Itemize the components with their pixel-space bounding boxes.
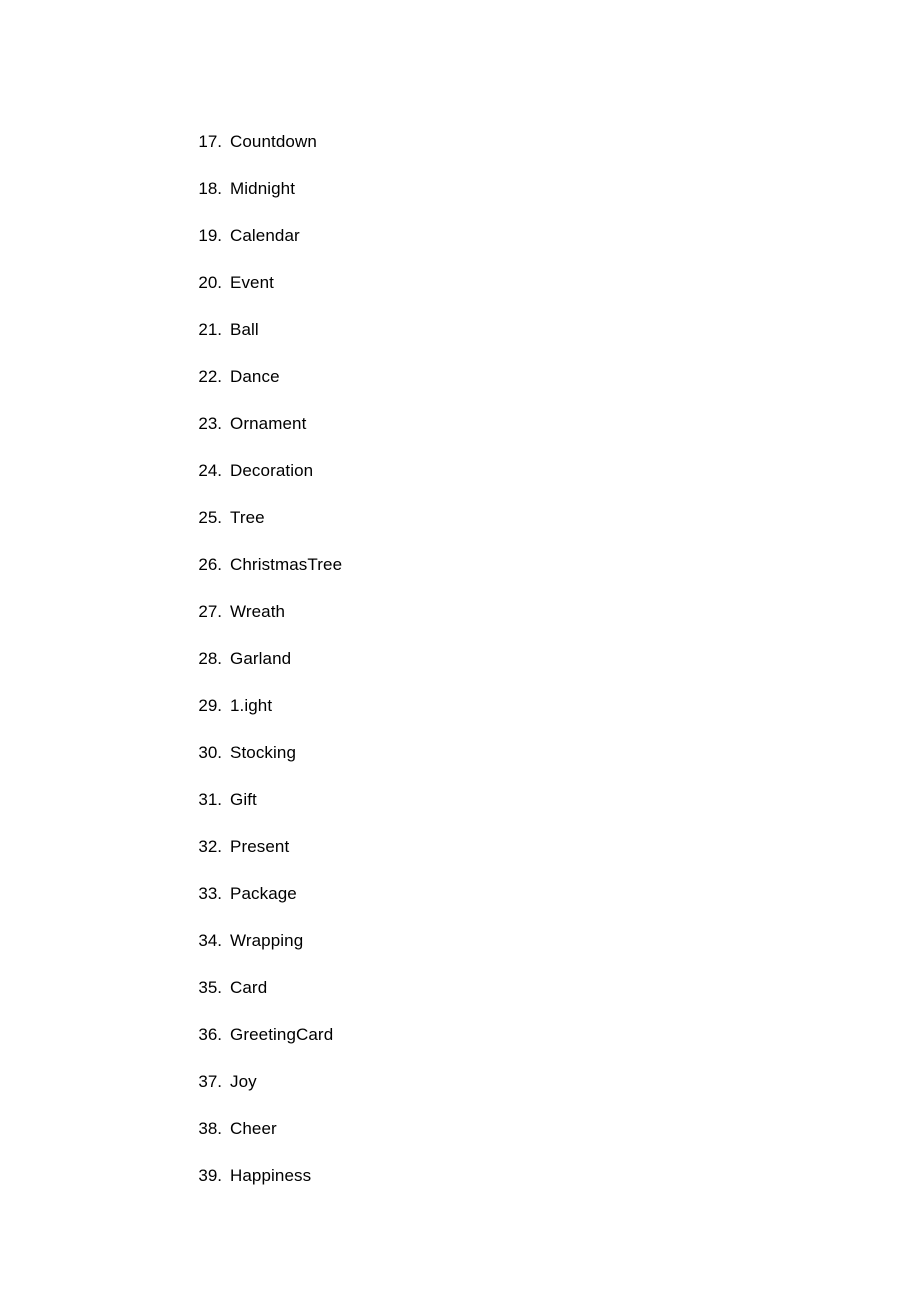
list-item-label: Stocking: [230, 743, 297, 762]
list-item: 27. Wreath: [0, 588, 920, 635]
list-item-number: 23.: [198, 414, 222, 433]
list-item: 38. Cheer: [0, 1105, 920, 1152]
list-item-label: Event: [230, 273, 274, 292]
list-item-label: Package: [230, 884, 297, 903]
list-item-label: Wreath: [230, 602, 286, 621]
list-item-label: Present: [230, 837, 290, 856]
list-item-label: Joy: [230, 1072, 257, 1091]
list-item-number: 39.: [198, 1166, 222, 1185]
list-item-number: 24.: [198, 461, 222, 480]
list-item: 23. Ornament: [0, 400, 920, 447]
list-item: 32. Present: [0, 823, 920, 870]
list-item-label: Tree: [230, 508, 265, 527]
list-item: 22. Dance: [0, 353, 920, 400]
list-item: 36. GreetingCard: [0, 1011, 920, 1058]
list-item-number: 32.: [198, 837, 222, 856]
list-item: 37. Joy: [0, 1058, 920, 1105]
list-item-number: 22.: [198, 367, 222, 386]
list-item: 25. Tree: [0, 494, 920, 541]
list-item-number: 20.: [198, 273, 222, 292]
list-item-label: Dance: [230, 367, 280, 386]
list-item-number: 28.: [198, 649, 222, 668]
list-item: 30. Stocking: [0, 729, 920, 776]
list-item-number: 35.: [198, 978, 222, 997]
list-item-label: Ball: [230, 320, 259, 339]
list-item-label: GreetingCard: [230, 1025, 334, 1044]
list-item-label: ChristmasTree: [230, 555, 343, 574]
list-item-number: 17.: [198, 132, 222, 151]
list-item: 39. Happiness: [0, 1152, 920, 1199]
list-item: 33. Package: [0, 870, 920, 917]
list-item-number: 25.: [198, 508, 222, 527]
list-item: 28. Garland: [0, 635, 920, 682]
list-item-number: 36.: [198, 1025, 222, 1044]
list-item-number: 38.: [198, 1119, 222, 1138]
list-item-number: 18.: [198, 179, 222, 198]
document-body: 17. Countdown 18. Midnight 19. Calendar 20. Eve…: [0, 118, 920, 1199]
list-item-number: 31.: [198, 790, 222, 809]
list-item: 26. ChristmasTree: [0, 541, 920, 588]
list-item-label: Ornament: [230, 414, 307, 433]
list-item-number: 37.: [198, 1072, 222, 1091]
list-item-number: 26.: [198, 555, 222, 574]
list-item: 17. Countdown: [0, 118, 920, 165]
list-item-label: Garland: [230, 649, 292, 668]
list-item: 19. Calendar: [0, 212, 920, 259]
list-item: 29. 1.ight: [0, 682, 920, 729]
list-item-number: 34.: [198, 931, 222, 950]
list-item: 31. Gift: [0, 776, 920, 823]
numbered-list: 17. Countdown 18. Midnight 19. Calendar 20. Eve…: [0, 118, 920, 1199]
list-item-label: Card: [230, 978, 268, 997]
list-item-label: Gift: [230, 790, 257, 809]
list-item-number: 21.: [198, 320, 222, 339]
list-item-number: 30.: [198, 743, 222, 762]
list-item-number: 29.: [198, 696, 222, 715]
list-item: 21. Ball: [0, 306, 920, 353]
list-item-label: 1.ight: [230, 696, 273, 715]
list-item: 35. Card: [0, 964, 920, 1011]
list-item-label: Midnight: [230, 179, 296, 198]
list-item-label: Cheer: [230, 1119, 277, 1138]
list-item-label: Happiness: [230, 1166, 312, 1185]
list-item-number: 19.: [198, 226, 222, 245]
list-item-label: Wrapping: [230, 931, 304, 950]
list-item: 18. Midnight: [0, 165, 920, 212]
list-item-number: 33.: [198, 884, 222, 903]
list-item-label: Decoration: [230, 461, 314, 480]
list-item: 34. Wrapping: [0, 917, 920, 964]
list-item-label: Countdown: [230, 132, 317, 151]
list-item: 20. Event: [0, 259, 920, 306]
list-item-number: 27.: [198, 602, 222, 621]
list-item: 24. Decoration: [0, 447, 920, 494]
list-item-label: Calendar: [230, 226, 300, 245]
document-page: 17. Countdown 18. Midnight 19. Calendar 20. Eve…: [0, 0, 920, 1301]
